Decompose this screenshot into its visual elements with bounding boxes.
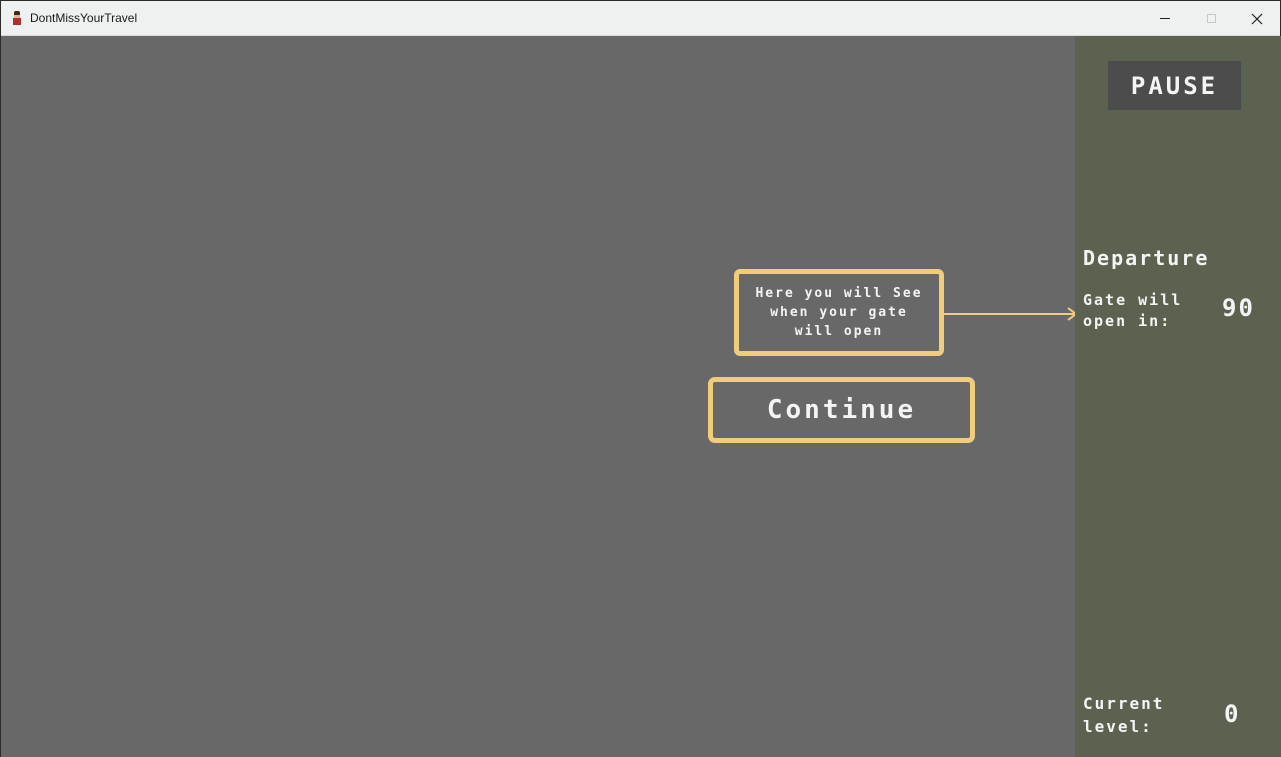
title-bar[interactable]: DontMissYourTravel — [1, 1, 1280, 36]
app-window: DontMissYourTravel Here you will See whe… — [0, 0, 1281, 757]
departure-title: Departure — [1083, 246, 1210, 270]
tutorial-hint-text: Here you will See when your gate will op… — [755, 286, 923, 339]
app-icon — [12, 11, 22, 25]
current-level-label: Current level: — [1083, 694, 1165, 736]
tutorial-hint-box: Here you will See when your gate will op… — [734, 269, 944, 356]
close-icon — [1251, 13, 1263, 24]
side-panel: PAUSE Departure Gate will open in: 90 Cu… — [1075, 36, 1281, 757]
close-button[interactable] — [1234, 1, 1280, 36]
maximize-icon — [1206, 14, 1216, 23]
gate-open-label: Gate will open in: — [1083, 291, 1183, 330]
pause-button[interactable]: PAUSE — [1108, 61, 1241, 110]
window-title: DontMissYourTravel — [30, 11, 138, 25]
minimize-icon — [1160, 18, 1170, 19]
hint-arrow-icon — [944, 307, 1078, 321]
gate-open-countdown: 90 — [1222, 294, 1255, 322]
window-controls — [1142, 1, 1280, 36]
continue-button[interactable]: Continue — [708, 377, 975, 443]
current-level-value: 0 — [1224, 700, 1241, 728]
minimize-button[interactable] — [1142, 1, 1188, 36]
maximize-button[interactable] — [1188, 1, 1234, 36]
game-area[interactable]: Here you will See when your gate will op… — [1, 36, 1078, 757]
